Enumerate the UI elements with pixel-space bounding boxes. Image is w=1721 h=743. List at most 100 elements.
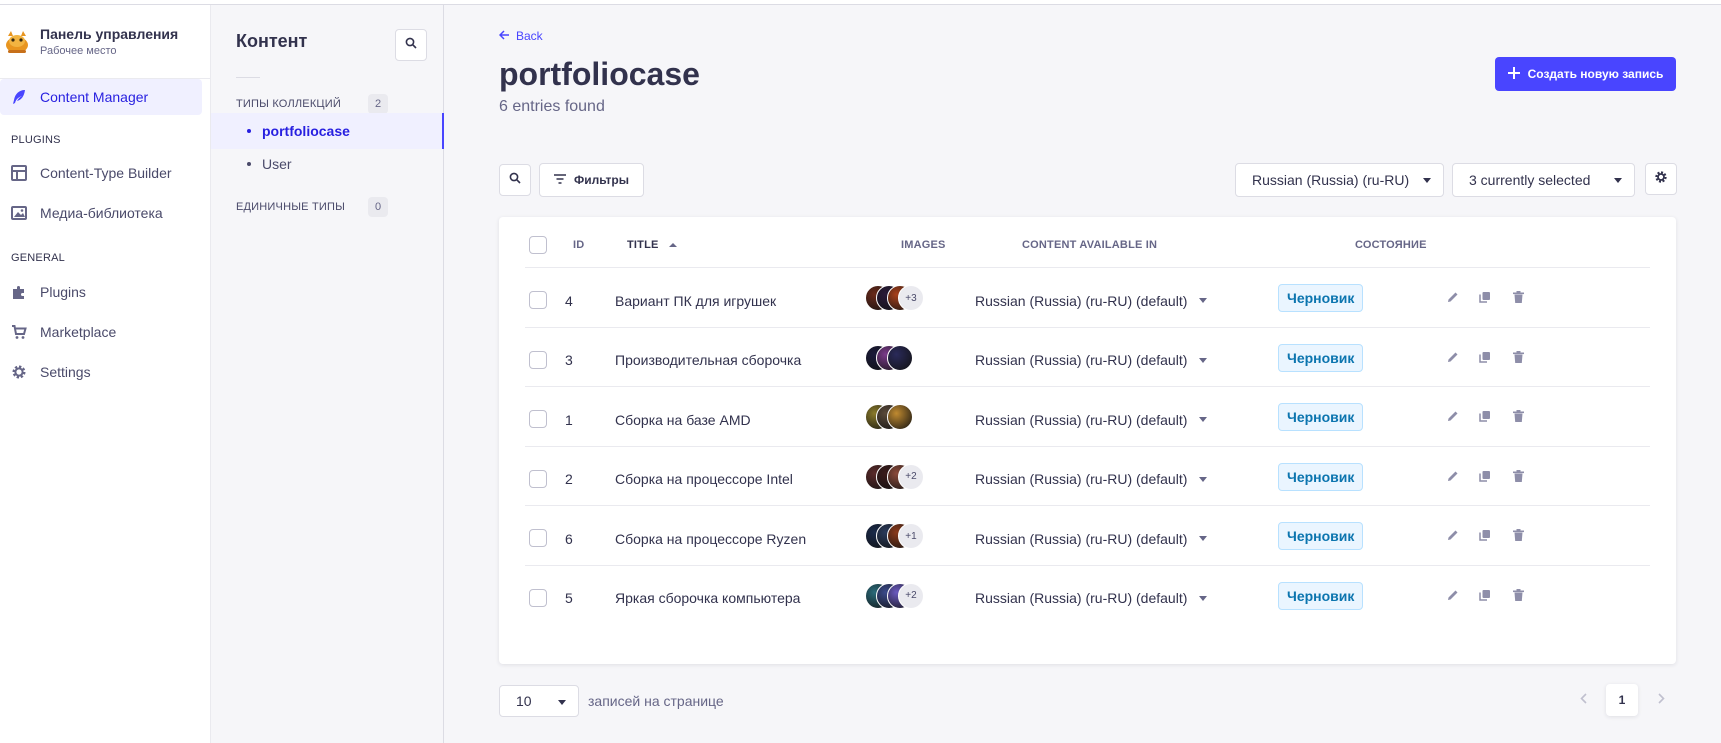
table-row[interactable]: 5 Яркая сборочка компьютера +2 Russian (…	[525, 564, 1650, 631]
duplicate-button[interactable]	[1476, 290, 1494, 308]
trash-icon	[1512, 469, 1524, 487]
locale-dropdown[interactable]: Russian (Russia) (ru-RU) (default)	[975, 328, 1208, 393]
table-row[interactable]: 6 Сборка на процессоре Ryzen +1 Russian …	[525, 505, 1650, 570]
nav-item-marketplace[interactable]: Marketplace	[0, 314, 202, 350]
row-checkbox[interactable]	[529, 588, 547, 607]
image-icon	[10, 204, 28, 222]
cell-title: Сборка на процессоре Ryzen	[615, 530, 807, 547]
single-types-count: 0	[368, 197, 388, 217]
page-button-current[interactable]: 1	[1606, 684, 1638, 716]
subnav-item-label: User	[262, 156, 292, 172]
table-search-button[interactable]	[499, 164, 531, 196]
nav-item-settings[interactable]: Settings	[0, 354, 202, 390]
cell-id: 3	[565, 352, 573, 368]
locale-dropdown[interactable]: Russian (Russia) (ru-RU) (default)	[975, 447, 1208, 512]
columns-select[interactable]: 3 currently selected	[1452, 163, 1635, 197]
subnav-item-user[interactable]: User	[211, 146, 444, 182]
chevron-down-icon	[1614, 178, 1622, 183]
list-settings-button[interactable]	[1645, 163, 1677, 195]
nav-item-content-type-builder[interactable]: Content-Type Builder	[0, 155, 202, 191]
nav-item-plugins[interactable]: Plugins	[0, 274, 202, 310]
status-badge: Черновик	[1278, 462, 1364, 491]
edit-button[interactable]	[1444, 350, 1462, 368]
row-checkbox[interactable]	[529, 350, 547, 369]
locale-dropdown[interactable]: Russian (Russia) (ru-RU) (default)	[975, 387, 1208, 452]
delete-button[interactable]	[1509, 350, 1527, 368]
locale-dropdown[interactable]: Russian (Russia) (ru-RU) (default)	[975, 268, 1208, 333]
table-row[interactable]: 2 Сборка на процессоре Intel +2 Russian …	[525, 445, 1650, 512]
back-link[interactable]: Back	[498, 29, 543, 43]
table-row[interactable]: 3 Производительная сборочка Russian (Rus…	[525, 326, 1650, 393]
locale-select[interactable]: Russian (Russia) (ru-RU)	[1235, 163, 1444, 197]
edit-button[interactable]	[1444, 528, 1462, 546]
duplicate-button[interactable]	[1476, 409, 1494, 427]
nav-section-general: GENERAL	[11, 252, 65, 264]
gear-icon	[10, 363, 28, 381]
pencil-icon	[1447, 588, 1459, 606]
nav-item-content-manager[interactable]: Content Manager	[0, 79, 202, 115]
chevron-down-icon	[1199, 417, 1208, 422]
delete-button[interactable]	[1509, 469, 1527, 487]
nav-item-label: Settings	[40, 364, 91, 380]
subnav-item-portfoliocase[interactable]: portfoliocase	[211, 113, 444, 149]
delete-button[interactable]	[1509, 409, 1527, 427]
column-header-title[interactable]: TITLE	[627, 239, 677, 251]
locale-label: Russian (Russia) (ru-RU) (default)	[975, 471, 1188, 487]
locale-label: Russian (Russia) (ru-RU) (default)	[975, 530, 1188, 547]
cell-id: 2	[565, 471, 573, 487]
cell-title: Сборка на процессоре Intel	[615, 471, 793, 487]
create-entry-label: Создать новую запись	[1527, 67, 1664, 81]
duplicate-button[interactable]	[1476, 528, 1494, 546]
sort-ascending-icon	[668, 239, 677, 251]
previous-page-button[interactable]	[1567, 684, 1599, 716]
column-header-state[interactable]: СОСТОЯНИЕ	[1355, 239, 1427, 251]
nav-item-media-library[interactable]: Медиа-библиотека	[0, 195, 202, 231]
puzzle-icon	[10, 283, 28, 301]
entries-count: 6 entries found	[499, 98, 605, 115]
row-checkbox[interactable]	[529, 469, 547, 488]
page-size-select[interactable]: 10	[499, 685, 579, 717]
table-row[interactable]: 1 Сборка на базе AMD Russian (Russia) (r…	[525, 386, 1650, 451]
nav-item-label: Медиа-библиотека	[40, 205, 163, 221]
edit-button[interactable]	[1444, 290, 1462, 308]
locale-dropdown[interactable]: Russian (Russia) (ru-RU) (default)	[975, 566, 1208, 631]
duplicate-button[interactable]	[1476, 469, 1494, 487]
trash-icon	[1512, 409, 1524, 427]
duplicate-button[interactable]	[1476, 588, 1494, 606]
more-images-badge: +2	[898, 582, 924, 609]
delete-button[interactable]	[1509, 290, 1527, 308]
edit-button[interactable]	[1444, 469, 1462, 487]
brand-block: Панель управления Рабочее место	[0, 5, 210, 79]
column-header-id[interactable]: ID	[573, 239, 584, 251]
filters-button[interactable]: Фильтры	[539, 163, 644, 197]
pencil-icon	[1447, 409, 1459, 427]
main-navigation: Панель управления Рабочее место Content …	[0, 5, 211, 743]
row-checkbox[interactable]	[529, 529, 547, 547]
collection-types-heading: ТИПЫ КОЛЛЕКЦИЙ	[236, 98, 341, 110]
subnav-search-button[interactable]	[395, 29, 427, 61]
nav-item-label: Plugins	[40, 284, 86, 300]
chevron-right-icon	[1657, 693, 1665, 707]
edit-button[interactable]	[1444, 409, 1462, 427]
column-header-images: IMAGES	[901, 239, 946, 251]
chevron-down-icon	[1423, 178, 1431, 183]
create-entry-button[interactable]: Создать новую запись	[1495, 57, 1676, 91]
table-row[interactable]: 4 Вариант ПК для игрушек +3 Russian (Rus…	[525, 267, 1650, 332]
duplicate-button[interactable]	[1476, 350, 1494, 368]
pencil-icon	[1447, 350, 1459, 368]
status-badge: Черновик	[1278, 581, 1364, 610]
locale-dropdown[interactable]: Russian (Russia) (ru-RU) (default)	[975, 506, 1208, 571]
trash-icon	[1512, 528, 1524, 546]
next-page-button[interactable]	[1645, 684, 1677, 716]
select-all-checkbox[interactable]	[529, 236, 547, 254]
brand-title: Панель управления	[40, 26, 179, 42]
search-icon	[405, 36, 417, 54]
delete-button[interactable]	[1509, 588, 1527, 606]
delete-button[interactable]	[1509, 528, 1527, 546]
page-title: portfoliocase	[499, 56, 700, 92]
edit-button[interactable]	[1444, 588, 1462, 606]
row-checkbox[interactable]	[529, 291, 547, 309]
locale-label: Russian (Russia) (ru-RU) (default)	[975, 411, 1188, 428]
row-checkbox[interactable]	[529, 410, 547, 428]
more-images-badge: +2	[898, 463, 924, 490]
